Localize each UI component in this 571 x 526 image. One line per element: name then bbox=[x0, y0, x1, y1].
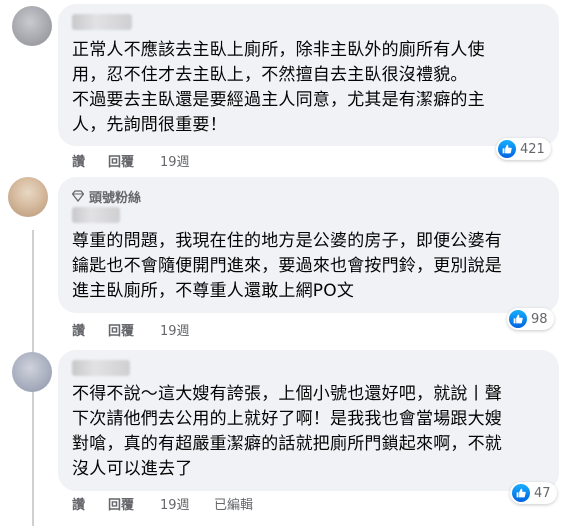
reply-button[interactable]: 回覆 bbox=[108, 320, 160, 339]
avatar[interactable] bbox=[8, 177, 48, 217]
edited-label[interactable]: 已編輯 bbox=[214, 494, 253, 513]
comment-line: 不過要去主臥還是要經過主人同意，尤其是有潔癖的主 bbox=[72, 90, 485, 110]
comment-line: 進主臥廁所，不尊重人還敢上網PO文 bbox=[72, 281, 355, 301]
reaction-count-badge[interactable]: 98 bbox=[507, 308, 554, 330]
diamond-icon bbox=[72, 190, 84, 202]
top-fan-badge[interactable]: 頭號粉絲 bbox=[72, 187, 547, 206]
avatar[interactable] bbox=[12, 352, 52, 392]
comment-actions: 讚 回覆 19週 bbox=[72, 320, 190, 339]
comment-line: 用，忍不住才去主臥上，不然擅自去主臥很沒禮貌。 bbox=[72, 65, 468, 85]
reply-button[interactable]: 回覆 bbox=[108, 494, 160, 513]
timestamp[interactable]: 19週 bbox=[160, 494, 214, 513]
comment-line: 不得不說～這大嫂有誇張，上個小號也還好吧，就說丨聲 bbox=[72, 384, 502, 404]
like-button[interactable]: 讚 bbox=[72, 320, 108, 339]
comment-bubble: 頭號粉絲 尊重的問題，我現在住的地方是公婆的房子，即便公婆有 鑰匙也不會隨便開門… bbox=[58, 177, 559, 313]
comment-line: 對嗆，真的有超嚴重潔癖的話就把廁所門鎖起來啊，不就 bbox=[72, 434, 502, 454]
timestamp[interactable]: 19週 bbox=[160, 320, 190, 339]
comment-line: 鑰匙也不會隨便開門進來，要過來也會按門鈴，更別說是 bbox=[72, 256, 502, 276]
comment-actions: 讚 回覆 19週 已編輯 bbox=[72, 494, 253, 513]
like-icon bbox=[498, 140, 516, 158]
like-button[interactable]: 讚 bbox=[72, 151, 108, 170]
like-icon bbox=[509, 310, 527, 328]
comment-line: 尊重的問題，我現在住的地方是公婆的房子，即便公婆有 bbox=[72, 231, 502, 251]
reaction-count: 47 bbox=[534, 485, 551, 501]
comment-actions: 讚 回覆 19週 bbox=[72, 151, 190, 170]
commenter-name[interactable] bbox=[72, 360, 130, 376]
comment-line: 人，先詢問很重要！ bbox=[72, 115, 227, 135]
reply-button[interactable]: 回覆 bbox=[108, 151, 160, 170]
badge-label: 頭號粉絲 bbox=[89, 190, 142, 206]
commenter-name[interactable] bbox=[72, 14, 132, 30]
comment-line: 正常人不應該去主臥上廁所，除非主臥外的廁所有人使 bbox=[72, 40, 485, 60]
avatar[interactable] bbox=[12, 6, 52, 46]
comment-bubble: 不得不說～這大嫂有誇張，上個小號也還好吧，就說丨聲 下次請他們去公用的上就好了啊… bbox=[58, 350, 559, 491]
timestamp[interactable]: 19週 bbox=[160, 151, 190, 170]
comment-bubble: 正常人不應該去主臥上廁所，除非主臥外的廁所有人使 用，忍不住才去主臥上，不然擅自… bbox=[58, 4, 559, 146]
reaction-count: 421 bbox=[520, 141, 545, 157]
like-icon bbox=[512, 484, 530, 502]
comment-line: 沒人可以進去了 bbox=[72, 459, 193, 479]
comment-line: 下次請他們去公用的上就好了啊！是我我也會當場跟大嫂 bbox=[72, 409, 502, 429]
reaction-count-badge[interactable]: 421 bbox=[496, 138, 551, 160]
reaction-count: 98 bbox=[531, 311, 548, 327]
reaction-count-badge[interactable]: 47 bbox=[510, 482, 557, 504]
commenter-name[interactable] bbox=[72, 207, 120, 223]
like-button[interactable]: 讚 bbox=[72, 494, 108, 513]
